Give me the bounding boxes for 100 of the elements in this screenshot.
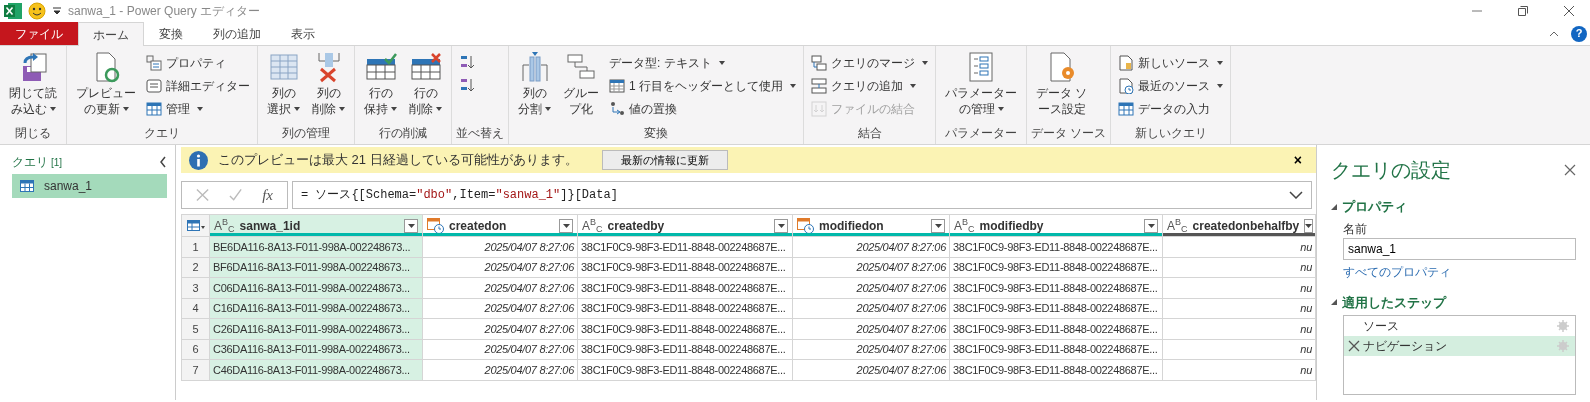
ribbon-button[interactable]: 最近のソース: [1115, 75, 1227, 97]
caret-icon: [407, 223, 415, 228]
ribbon-button[interactable]: データの入力: [1115, 98, 1227, 120]
column-header[interactable]: createdon: [422, 214, 578, 237]
group-label: 変換: [643, 125, 669, 142]
ribbon-button[interactable]: データ ソ ース設定: [1031, 49, 1093, 124]
group-label: データ ソース: [1031, 125, 1107, 142]
caret-icon: [294, 107, 300, 112]
ribbon-button[interactable]: クエリの追加: [808, 75, 931, 97]
group-label: 閉じる: [14, 125, 52, 142]
ribbon-button[interactable]: データ型: テキスト: [606, 52, 799, 74]
merge-queries-icon: [811, 55, 827, 71]
applied-step[interactable]: ソース: [1344, 316, 1575, 336]
table-cell: nu: [1162, 359, 1316, 380]
ribbon-button[interactable]: 1 行目をヘッダーとして使用: [606, 75, 799, 97]
ribbon-button[interactable]: 列の 削除: [307, 49, 350, 124]
restore-icon[interactable]: [1518, 6, 1528, 16]
fx-button[interactable]: fx: [262, 183, 273, 207]
pane-title: クエリの設定: [1331, 158, 1451, 183]
check-icon[interactable]: [229, 188, 243, 202]
applied-step[interactable]: ナビゲーション: [1344, 336, 1575, 356]
ribbon-button[interactable]: 列の 選択: [262, 49, 305, 124]
sort-descending-icon: [459, 78, 475, 94]
table-cell: 38C1F0C9-98F3-ED11-8848-002248687E...: [949, 339, 1163, 360]
ribbon-button[interactable]: プロパティ: [143, 52, 253, 74]
info-icon: [189, 150, 208, 170]
caret-icon: [922, 61, 928, 65]
collapse-triangle-icon[interactable]: [1331, 299, 1337, 306]
table-cell: nu: [1162, 236, 1316, 257]
caret-icon: [562, 223, 570, 228]
ribbon-button[interactable]: 閉じて読 み込む: [4, 49, 62, 124]
query-count: [1]: [51, 155, 63, 170]
expand-icon[interactable]: [1289, 191, 1303, 199]
calendar-clock-icon: [427, 217, 444, 234]
filter-dropdown-button[interactable]: [774, 218, 788, 233]
collapse-ribbon-icon[interactable]: [1549, 29, 1559, 38]
group-label: 並べ替え: [456, 125, 504, 142]
filter-dropdown-button[interactable]: [1144, 218, 1158, 233]
caret-icon: [197, 107, 203, 111]
ribbon-tab[interactable]: 列の追加: [198, 22, 276, 45]
filter-dropdown-button[interactable]: [404, 218, 418, 233]
group-label: 結合: [856, 125, 883, 142]
combine-files-icon: [811, 101, 827, 117]
refresh-button[interactable]: 最新の情報に更新: [601, 149, 728, 171]
ribbon-tab[interactable]: ファイル: [0, 22, 78, 45]
ribbon-tab[interactable]: ホーム: [78, 22, 144, 46]
table-cell: 2025/04/07 8:27:06: [422, 318, 578, 339]
quick-access-menu-icon[interactable]: [52, 5, 62, 17]
table-icon: [146, 101, 162, 117]
ribbon-button[interactable]: 新しいソース: [1115, 52, 1227, 74]
ribbon-button[interactable]: 行の 保持: [359, 49, 402, 124]
ribbon-button[interactable]: 値の置換: [606, 98, 799, 120]
caret-icon: [122, 107, 129, 112]
column-header[interactable]: modifiedon: [792, 214, 950, 237]
caret-icon: [49, 107, 56, 112]
table-cell: nu: [1162, 318, 1316, 339]
row-number: 4: [181, 298, 210, 319]
ribbon-button[interactable]: プレビュー の更新: [71, 49, 141, 124]
filter-dropdown-button[interactable]: [1304, 218, 1314, 233]
header-table-icon: [609, 78, 625, 94]
filter-dropdown-button[interactable]: [931, 218, 945, 233]
caret-icon: [436, 107, 442, 112]
script-editor-icon: [146, 78, 162, 94]
ribbon-button[interactable]: 詳細エディター: [143, 75, 253, 97]
ribbon-tab[interactable]: 変換: [144, 22, 198, 45]
filter-dropdown-button[interactable]: [559, 218, 573, 233]
row-number: 2: [181, 257, 210, 278]
smiley-icon[interactable]: [28, 2, 46, 20]
query-item[interactable]: sanwa_1: [12, 174, 167, 198]
ribbon-tab[interactable]: 表示: [276, 22, 330, 45]
close-button[interactable]: ×: [1287, 148, 1308, 172]
keep-rows-icon: [364, 51, 397, 83]
name-field[interactable]: sanwa_1: [1343, 237, 1576, 260]
table-cell: 2025/04/07 8:27:06: [792, 339, 950, 360]
table-cell: 2025/04/07 8:27:06: [792, 236, 950, 257]
properties-link[interactable]: すべてのプロパティ: [1343, 264, 1451, 279]
collapse-pane-icon[interactable]: [159, 156, 167, 168]
table-menu-button[interactable]: [181, 214, 210, 237]
help-button[interactable]: ?: [1571, 25, 1587, 42]
column-header[interactable]: A$^{B}$$_{C}$ createdby: [577, 214, 793, 237]
ribbon-button[interactable]: パラメーター の管理: [940, 49, 1022, 124]
ribbon-button[interactable]: 管理: [143, 98, 253, 120]
remove-rows-icon: [409, 51, 442, 83]
ribbon-button[interactable]: クエリのマージ: [808, 52, 931, 74]
ribbon-button[interactable]: 行の 削除: [404, 49, 447, 124]
delete-icon[interactable]: [1348, 340, 1360, 352]
column-header[interactable]: A$^{B}$$_{C}$ sanwa_1id: [209, 214, 423, 237]
close-icon[interactable]: [1564, 164, 1576, 176]
ribbon-button[interactable]: グルー プ化: [558, 49, 604, 124]
group-label: クエリ: [143, 125, 181, 142]
table-icon: [20, 180, 34, 192]
formula-field[interactable]: = ソース{[Schema="dbo",Item="sanwa_1"]}[Data]: [292, 181, 1312, 209]
column-header[interactable]: A$^{B}$$_{C}$ modifiedby: [949, 214, 1163, 237]
collapse-triangle-icon[interactable]: [1331, 203, 1337, 210]
table-cell: 2025/04/07 8:27:06: [422, 277, 578, 298]
append-queries-icon: [811, 78, 827, 94]
column-header[interactable]: A$^{B}$$_{C}$ createdonbehalfby: [1162, 214, 1316, 237]
close-icon[interactable]: [1564, 6, 1574, 16]
caret-icon: [1217, 84, 1224, 88]
ribbon-button[interactable]: 列の 分割: [513, 49, 556, 124]
